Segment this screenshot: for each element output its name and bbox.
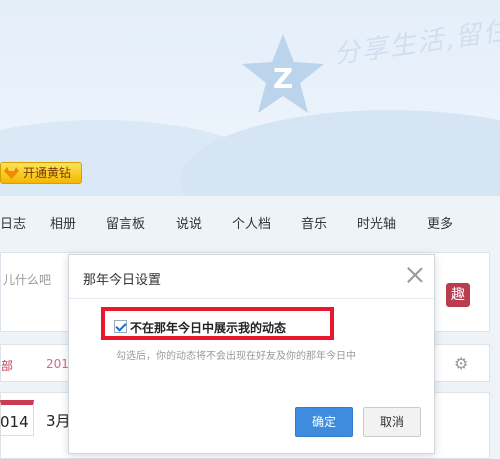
hide-dynamics-checkbox[interactable]: [114, 320, 127, 333]
diamond-icon: [4, 166, 19, 180]
nav-item-guestbook[interactable]: 留言板: [106, 213, 145, 232]
open-vip-button[interactable]: 开通黄钻: [0, 162, 82, 184]
settings-dialog: 那年今日设置 不在那年今日中展示我的动态 勾选后，你的动态将不会出现在好友及你的…: [68, 254, 435, 454]
fun-icon[interactable]: 趣: [446, 283, 470, 307]
cancel-button[interactable]: 取消: [363, 407, 421, 437]
hide-dynamics-label[interactable]: 不在那年今日中展示我的动态: [130, 319, 286, 336]
close-icon[interactable]: [407, 267, 423, 283]
banner-hill: [180, 110, 500, 196]
nav-item-more[interactable]: 更多: [427, 213, 453, 232]
dialog-title: 那年今日设置: [83, 273, 162, 288]
svg-text:Z: Z: [273, 62, 293, 95]
nav-item-profile[interactable]: 个人档: [232, 213, 271, 232]
timeline-month: 3月: [46, 412, 71, 430]
nav-item-music[interactable]: 音乐: [301, 213, 327, 232]
nav-item-blog[interactable]: 日志: [0, 213, 26, 232]
nav-item-album[interactable]: 相册: [50, 213, 76, 232]
nav-item-moods[interactable]: 说说: [176, 213, 202, 232]
feed-tab-year[interactable]: 201: [46, 357, 69, 371]
dialog-header: 那年今日设置: [69, 255, 434, 299]
confirm-button[interactable]: 确定: [295, 407, 353, 437]
post-placeholder: 儿什么吧: [3, 273, 52, 287]
nav-item-timeline[interactable]: 时光轴: [357, 213, 396, 232]
feed-tab-all[interactable]: 部: [1, 357, 13, 374]
calendar-year: 014: [0, 413, 29, 431]
gear-icon[interactable]: ⚙: [454, 354, 468, 373]
open-vip-label: 开通黄钻: [23, 166, 72, 180]
main-nav: 日志 相册 留言板 说说 个人档 音乐 时光轴 更多: [0, 205, 500, 235]
banner-slogan: 分享生活,留住: [332, 15, 500, 71]
dialog-hint: 勾选后，你的动态将不会出现在好友及你的那年今日中: [116, 351, 356, 362]
qzone-star-logo: Z: [238, 30, 328, 124]
